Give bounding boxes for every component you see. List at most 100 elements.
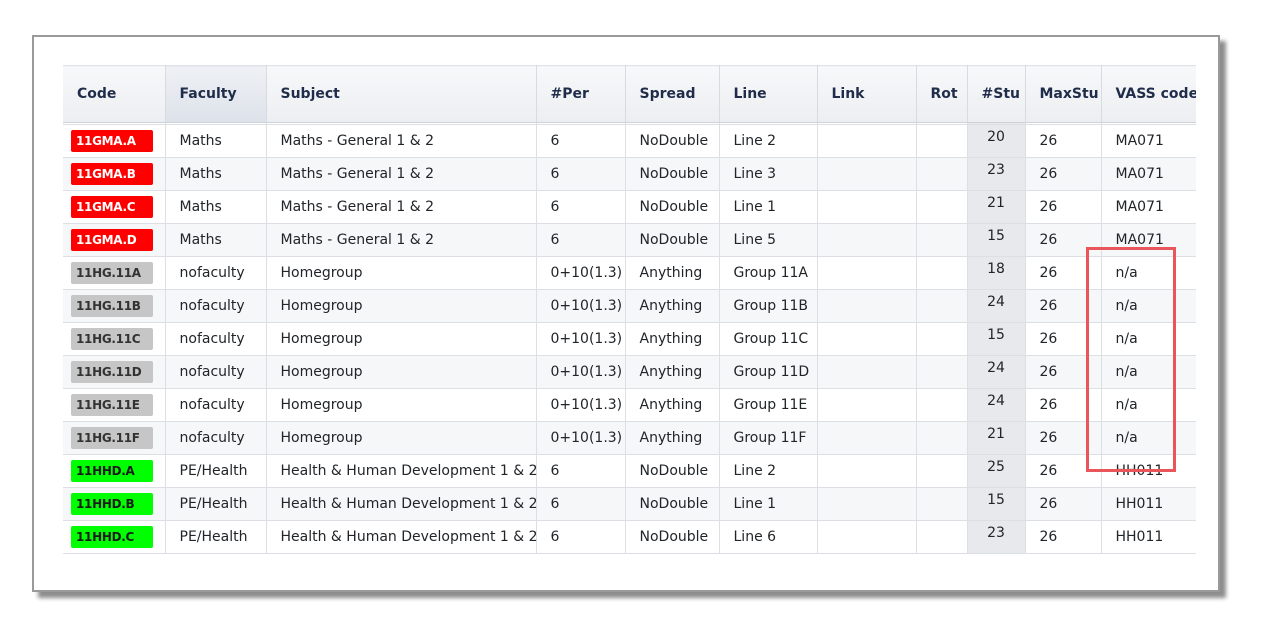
code-cell[interactable]: 11HG.11A bbox=[63, 256, 166, 290]
periods-cell[interactable]: 0+10(1.3) bbox=[536, 355, 626, 389]
column-header-faculty[interactable]: Faculty bbox=[165, 65, 267, 123]
students-cell[interactable]: 24 bbox=[967, 289, 1026, 323]
code-cell[interactable]: 11HHD.C bbox=[63, 520, 166, 554]
link-cell[interactable] bbox=[817, 157, 917, 191]
periods-cell[interactable]: 6 bbox=[536, 124, 626, 158]
maxstu-cell[interactable]: 26 bbox=[1025, 487, 1102, 521]
line-cell[interactable]: Group 11A bbox=[719, 256, 818, 290]
periods-cell[interactable]: 6 bbox=[536, 454, 626, 488]
class-code-badge[interactable]: 11HG.11E bbox=[71, 394, 153, 416]
rot-cell[interactable] bbox=[916, 223, 968, 257]
faculty-cell[interactable]: nofaculty bbox=[165, 421, 267, 455]
code-cell[interactable]: 11GMA.D bbox=[63, 223, 166, 257]
maxstu-cell[interactable]: 26 bbox=[1025, 454, 1102, 488]
periods-cell[interactable]: 0+10(1.3) bbox=[536, 289, 626, 323]
maxstu-cell[interactable]: 26 bbox=[1025, 289, 1102, 323]
spread-cell[interactable]: NoDouble bbox=[625, 520, 720, 554]
maxstu-cell[interactable]: 26 bbox=[1025, 190, 1102, 224]
table-row[interactable]: 11HHD.A PE/Health Health & Human Developme… bbox=[63, 454, 1196, 488]
faculty-cell[interactable]: Maths bbox=[165, 223, 267, 257]
vass-code-cell[interactable]: n/a bbox=[1101, 388, 1196, 422]
spread-cell[interactable]: Anything bbox=[625, 421, 720, 455]
rot-cell[interactable] bbox=[916, 322, 968, 356]
table-row[interactable]: 11HG.11E nofaculty Homegroup 0+10(1.3) Anyth… bbox=[63, 388, 1196, 422]
rot-cell[interactable] bbox=[916, 157, 968, 191]
maxstu-cell[interactable]: 26 bbox=[1025, 256, 1102, 290]
students-cell[interactable]: 18 bbox=[967, 256, 1026, 290]
subject-cell[interactable]: Homegroup bbox=[266, 256, 537, 290]
line-cell[interactable]: Line 1 bbox=[719, 487, 818, 521]
class-code-badge[interactable]: 11HG.11F bbox=[71, 427, 153, 449]
line-cell[interactable]: Line 2 bbox=[719, 454, 818, 488]
code-cell[interactable]: 11GMA.A bbox=[63, 124, 166, 158]
students-cell[interactable]: 20 bbox=[967, 124, 1026, 158]
table-row[interactable]: 11HG.11D nofaculty Homegroup 0+10(1.3) Anyth… bbox=[63, 355, 1196, 389]
subject-cell[interactable]: Maths - General 1 & 2 bbox=[266, 190, 537, 224]
table-row[interactable]: 11GMA.C Maths Maths - General 1 & 2 6 NoDoub… bbox=[63, 190, 1196, 224]
column-header-rot[interactable]: Rot bbox=[916, 65, 968, 123]
spread-cell[interactable]: Anything bbox=[625, 289, 720, 323]
subject-cell[interactable]: Maths - General 1 & 2 bbox=[266, 157, 537, 191]
faculty-cell[interactable]: Maths bbox=[165, 190, 267, 224]
subject-cell[interactable]: Homegroup bbox=[266, 322, 537, 356]
class-code-badge[interactable]: 11HG.11B bbox=[71, 295, 153, 317]
students-cell[interactable]: 23 bbox=[967, 157, 1026, 191]
subject-cell[interactable]: Health & Human Development 1 & 2 bbox=[266, 487, 538, 521]
link-cell[interactable] bbox=[817, 355, 917, 389]
spread-cell[interactable]: Anything bbox=[625, 322, 720, 356]
subject-cell[interactable]: Homegroup bbox=[266, 421, 537, 455]
rot-cell[interactable] bbox=[916, 487, 968, 521]
spread-cell[interactable]: NoDouble bbox=[625, 223, 720, 257]
students-cell[interactable]: 25 bbox=[967, 454, 1026, 488]
periods-cell[interactable]: 6 bbox=[536, 520, 626, 554]
class-code-badge[interactable]: 11GMA.C bbox=[71, 196, 153, 218]
rot-cell[interactable] bbox=[916, 421, 968, 455]
column-header-periods[interactable]: #Per bbox=[536, 65, 626, 123]
spread-cell[interactable]: NoDouble bbox=[625, 157, 720, 191]
students-cell[interactable]: 15 bbox=[967, 322, 1026, 356]
rot-cell[interactable] bbox=[916, 388, 968, 422]
students-cell[interactable]: 15 bbox=[967, 223, 1026, 257]
code-cell[interactable]: 11HHD.A bbox=[63, 454, 166, 488]
students-cell[interactable]: 24 bbox=[967, 388, 1026, 422]
subject-cell[interactable]: Maths - General 1 & 2 bbox=[266, 223, 537, 257]
maxstu-cell[interactable]: 26 bbox=[1025, 388, 1102, 422]
table-row[interactable]: 11GMA.A Maths Maths - General 1 & 2 6 NoDoub… bbox=[63, 124, 1196, 158]
vass-code-cell[interactable]: MA071 bbox=[1101, 190, 1196, 224]
line-cell[interactable]: Line 6 bbox=[719, 520, 818, 554]
spread-cell[interactable]: NoDouble bbox=[625, 124, 720, 158]
table-row[interactable]: 11GMA.D Maths Maths - General 1 & 2 6 NoDoub… bbox=[63, 223, 1196, 257]
line-cell[interactable]: Line 2 bbox=[719, 124, 818, 158]
column-header-students[interactable]: #Stu bbox=[967, 65, 1026, 123]
subject-cell[interactable]: Health & Human Development 1 & 2 bbox=[266, 520, 538, 554]
link-cell[interactable] bbox=[817, 289, 917, 323]
column-header-maxstu[interactable]: MaxStu bbox=[1025, 65, 1102, 123]
line-cell[interactable]: Group 11B bbox=[719, 289, 818, 323]
column-header-link[interactable]: Link bbox=[817, 65, 917, 123]
periods-cell[interactable]: 6 bbox=[536, 157, 626, 191]
class-code-badge[interactable]: 11HHD.B bbox=[71, 493, 153, 515]
faculty-cell[interactable]: PE/Health bbox=[165, 520, 267, 554]
subject-cell[interactable]: Homegroup bbox=[266, 289, 537, 323]
link-cell[interactable] bbox=[817, 520, 917, 554]
faculty-cell[interactable]: nofaculty bbox=[165, 388, 267, 422]
periods-cell[interactable]: 0+10(1.3) bbox=[536, 388, 626, 422]
faculty-cell[interactable]: nofaculty bbox=[165, 256, 267, 290]
table-row[interactable]: 11HHD.C PE/Health Health & Human Developme… bbox=[63, 520, 1196, 554]
line-cell[interactable]: Line 3 bbox=[719, 157, 818, 191]
rot-cell[interactable] bbox=[916, 520, 968, 554]
link-cell[interactable] bbox=[817, 487, 917, 521]
class-code-badge[interactable]: 11HHD.A bbox=[71, 460, 153, 482]
periods-cell[interactable]: 6 bbox=[536, 190, 626, 224]
periods-cell[interactable]: 6 bbox=[536, 223, 626, 257]
table-row[interactable]: 11HHD.B PE/Health Health & Human Developme… bbox=[63, 487, 1196, 521]
link-cell[interactable] bbox=[817, 223, 917, 257]
maxstu-cell[interactable]: 26 bbox=[1025, 355, 1102, 389]
code-cell[interactable]: 11HG.11D bbox=[63, 355, 166, 389]
faculty-cell[interactable]: Maths bbox=[165, 157, 267, 191]
vass-code-cell[interactable]: n/a bbox=[1101, 421, 1196, 455]
vass-code-cell[interactable]: MA071 bbox=[1101, 157, 1196, 191]
table-row[interactable]: 11HG.11C nofaculty Homegroup 0+10(1.3) Anyth… bbox=[63, 322, 1196, 356]
spread-cell[interactable]: NoDouble bbox=[625, 454, 720, 488]
rot-cell[interactable] bbox=[916, 256, 968, 290]
